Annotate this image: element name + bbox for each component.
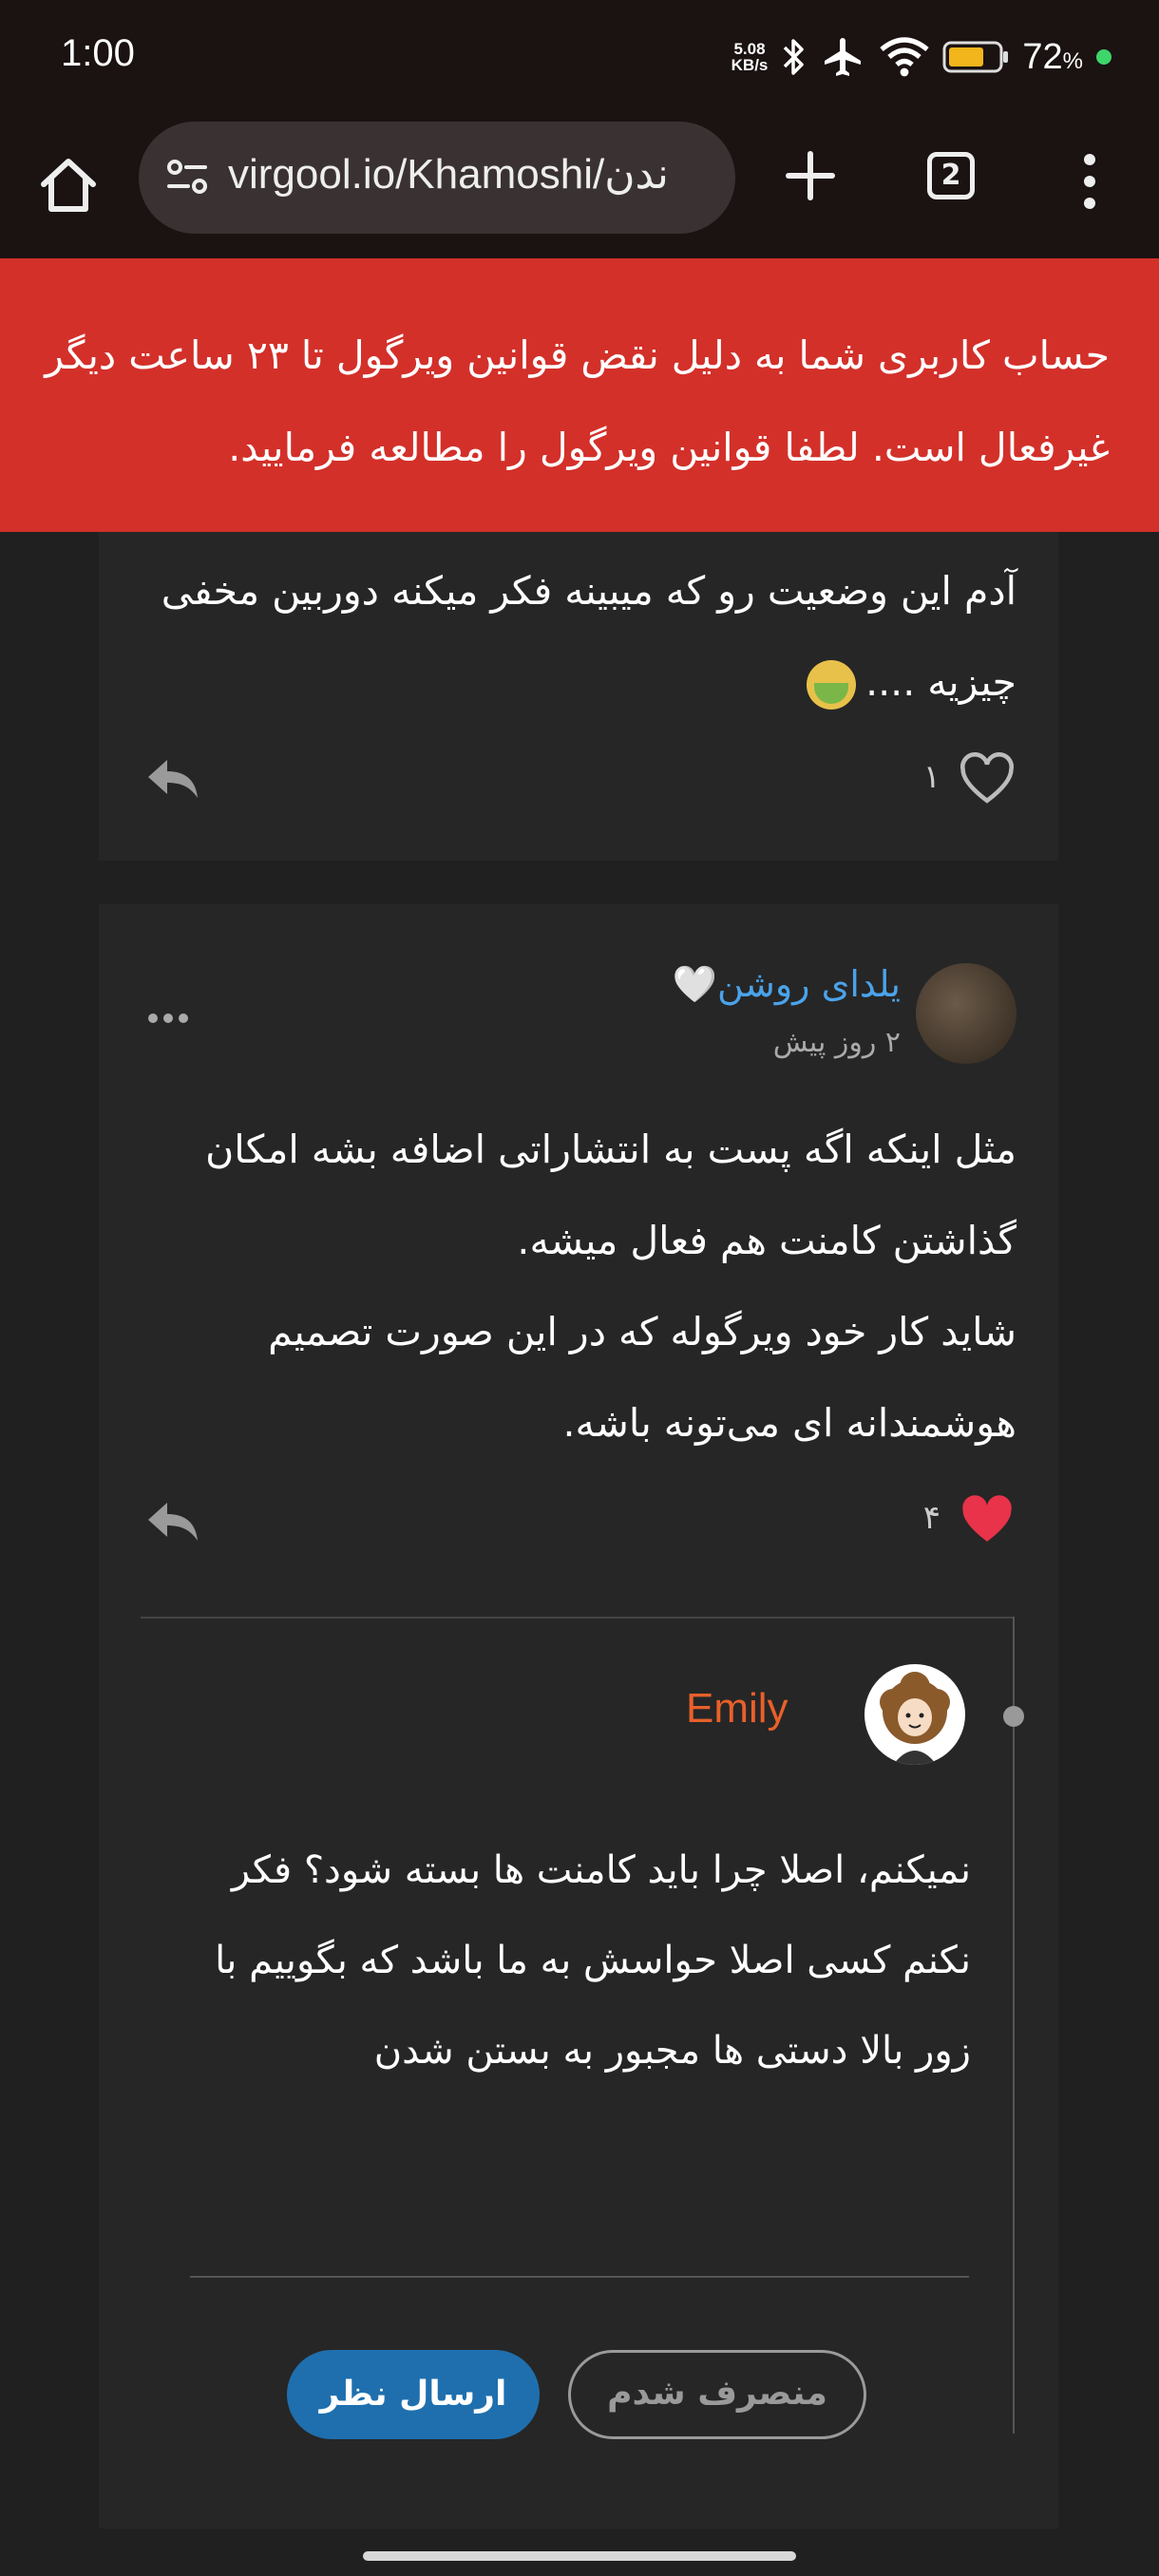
comment-card: یلدای روشن🤍 ۲ روز پیش مثل اینکه اگه پست … [99, 904, 1058, 2529]
tab-switcher-button[interactable]: 2 [927, 152, 975, 199]
new-tab-icon[interactable] [777, 142, 844, 209]
airplane-mode-icon [825, 38, 862, 76]
reply-thread-dot [1003, 1706, 1024, 1727]
submit-comment-button[interactable]: ارسال نظر [287, 2350, 540, 2439]
reply-thread-line [1013, 1617, 1015, 2434]
privacy-indicator-dot [1096, 49, 1112, 65]
comment-paragraph: شاید کار خود ویرگوله که در این صورت تصمی… [268, 1309, 1016, 1446]
site-settings-icon[interactable] [163, 154, 211, 201]
like-heart-filled-icon[interactable] [958, 1493, 1016, 1546]
status-bar: 1:00 5.08 KB/s 72% [0, 0, 1159, 114]
browser-toolbar: virgool.io/Khamoshi/ندن 2 [0, 114, 1159, 258]
author-name[interactable]: یلدای روشن [717, 963, 901, 1005]
network-speed: 5.08 KB/s [732, 41, 769, 73]
wifi-icon [880, 37, 930, 77]
comment-paragraph: مثل اینکه اگه پست به انتشاراتی اضافه بشه… [205, 1127, 1016, 1263]
more-options-icon[interactable] [1074, 148, 1106, 224]
bluetooth-icon [784, 39, 805, 75]
home-icon[interactable] [34, 150, 103, 218]
reply-text: نمیکنم، اصلا چرا باید کامنت ها بسته شود؟… [215, 1848, 971, 2073]
network-speed-unit: KB/s [731, 56, 769, 74]
comment-text: آدم این وضعیت رو که میبینه فکر میکنه دور… [142, 545, 1016, 728]
divider [141, 1617, 1015, 1619]
clock: 1:00 [61, 32, 135, 74]
avatar[interactable] [864, 1664, 965, 1765]
battery-percent-sign: % [1062, 47, 1083, 74]
avatar[interactable] [916, 963, 1016, 1064]
divider [190, 2276, 969, 2278]
like-heart-icon[interactable] [958, 752, 1016, 805]
battery-percent: 72% [1022, 37, 1083, 78]
like-count: ۱ [922, 758, 940, 796]
cancel-button[interactable]: منصرف شدم [568, 2350, 866, 2439]
more-options-icon[interactable] [148, 1009, 201, 1023]
comment-text: مثل اینکه اگه پست به انتشاراتی اضافه بشه… [133, 1104, 1016, 1468]
comment-body: آدم این وضعیت رو که میبینه فکر میکنه دور… [161, 568, 1016, 705]
url-text[interactable]: virgool.io/Khamoshi/ندن [228, 150, 712, 199]
curly-hair-girl-avatar-icon [880, 1672, 950, 1765]
status-icons: 5.08 KB/s 72% [732, 28, 1112, 85]
battery-icon [942, 41, 1009, 73]
comment-author[interactable]: یلدای روشن🤍 [673, 963, 901, 1006]
network-speed-value: 5.08 [733, 40, 766, 58]
account-suspension-banner: حساب کاربری شما به دلیل نقض قوانین ویرگو… [0, 258, 1159, 532]
reply-icon[interactable] [144, 1499, 201, 1546]
gesture-home-indicator[interactable] [363, 2551, 796, 2561]
nauseated-face-emoji-icon [807, 660, 857, 710]
comment-timestamp: ۲ روز پیش [772, 1026, 901, 1059]
banner-message: حساب کاربری شما به دلیل نقض قوانین ویرگو… [45, 332, 1110, 470]
reply-icon[interactable] [144, 756, 201, 804]
address-bar[interactable]: virgool.io/Khamoshi/ندن [139, 122, 735, 234]
battery-percent-value: 72 [1022, 36, 1063, 77]
comment-card: آدم این وضعیت رو که میبینه فکر میکنه دور… [99, 532, 1058, 861]
white-heart-icon: 🤍 [672, 963, 718, 1005]
reply-author[interactable]: Emily [686, 1685, 788, 1733]
like-count: ۴ [922, 1499, 940, 1537]
